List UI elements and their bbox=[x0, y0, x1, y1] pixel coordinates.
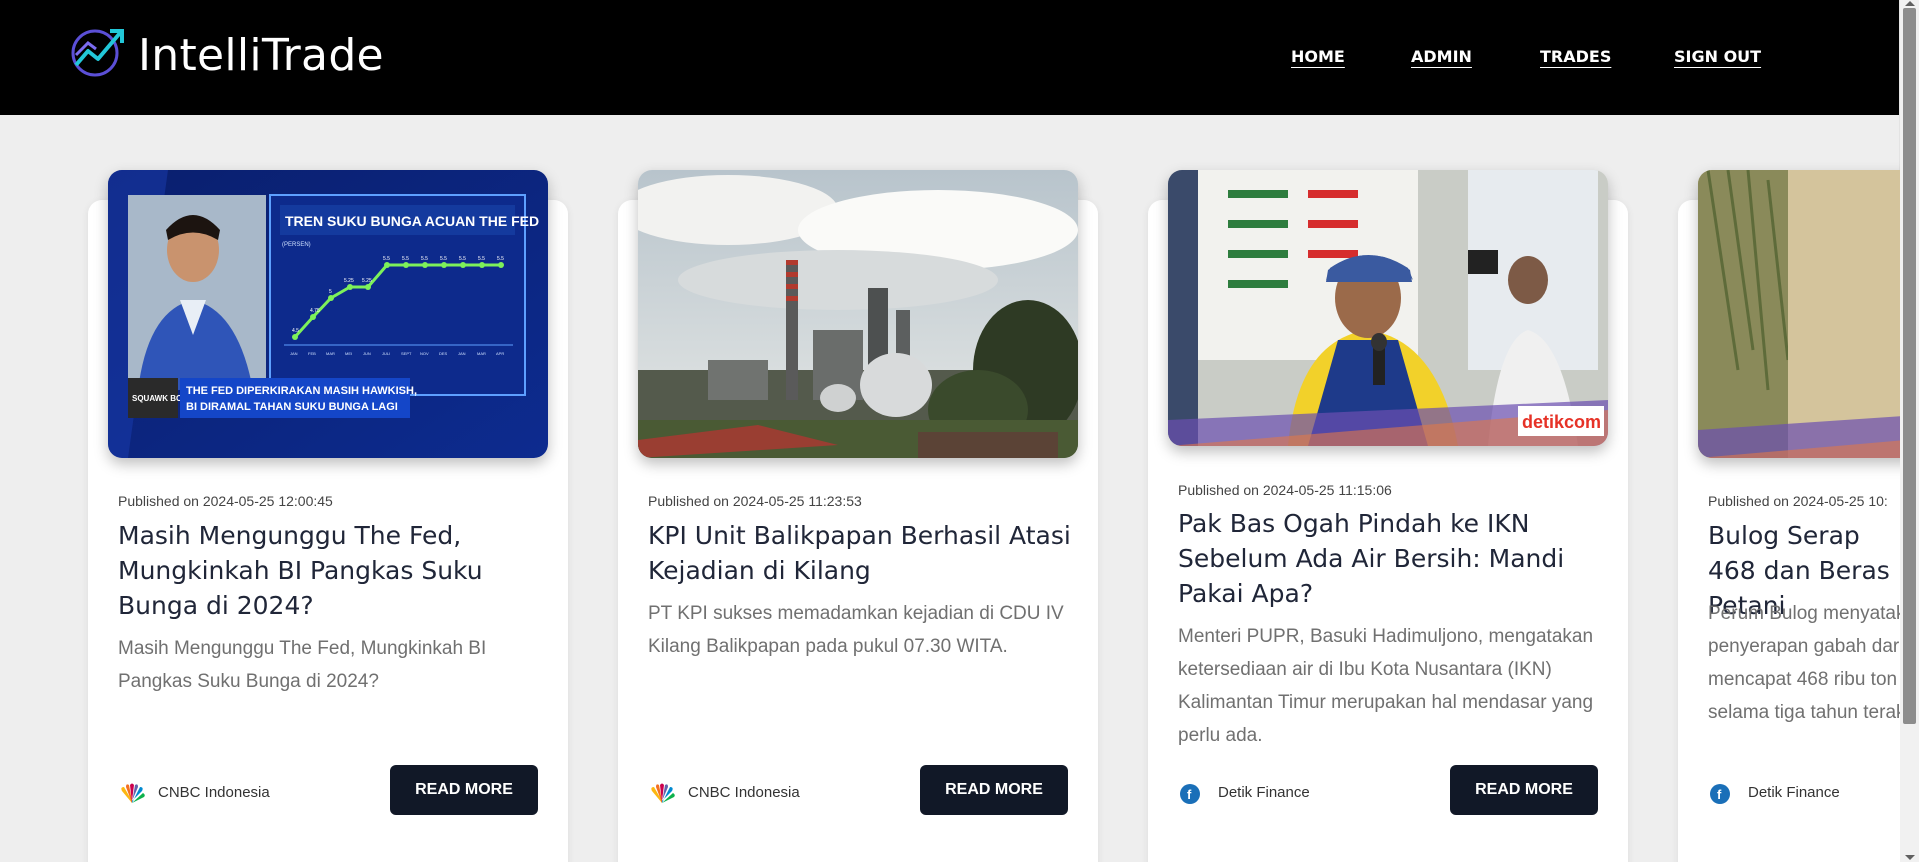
detikcom-watermark: detikcom bbox=[1522, 412, 1601, 432]
ticker-line-1: THE FED DIPERKIRAKAN MASIH HAWKISH, bbox=[186, 385, 417, 397]
article-title[interactable]: KPI Unit Balikpapan Berhasil Atasi Kejad… bbox=[648, 518, 1078, 588]
svg-text:MAR: MAR bbox=[326, 351, 335, 356]
news-card-image[interactable]: detikcom bbox=[1168, 170, 1608, 446]
refinery-photo-image bbox=[638, 170, 1078, 458]
news-card: TREN SUKU BUNGA ACUAN THE FED (PERSEN) 4… bbox=[88, 170, 568, 862]
svg-text:JAN: JAN bbox=[290, 351, 298, 356]
source-name: Detik Finance bbox=[1218, 784, 1310, 801]
svg-text:4.75: 4.75 bbox=[310, 308, 320, 314]
svg-text:DES: DES bbox=[439, 351, 448, 356]
svg-text:f: f bbox=[1187, 787, 1192, 802]
svg-text:JULI: JULI bbox=[382, 351, 390, 356]
news-card: Published on 2024-05-25 11:23:53 KPI Uni… bbox=[618, 170, 1098, 862]
page-scrollbar[interactable] bbox=[1899, 0, 1919, 862]
main-nav: HOME ADMIN TRADES SIGN OUT bbox=[0, 46, 1900, 70]
svg-text:5.5: 5.5 bbox=[421, 256, 428, 262]
article-description: Menteri PUPR, Basuki Hadimuljono, mengat… bbox=[1178, 626, 1594, 746]
news-card: detikcom Published on 2024-05-25 11:15:0… bbox=[1148, 170, 1628, 862]
source-name: CNBC Indonesia bbox=[688, 784, 800, 801]
top-navbar: IntelliTrade HOME ADMIN TRADES SIGN OUT bbox=[0, 0, 1900, 115]
squawk-box-label: SQUAWK BOX bbox=[132, 394, 188, 403]
svg-text:FEB: FEB bbox=[308, 351, 316, 356]
svg-text:5.5: 5.5 bbox=[440, 256, 447, 262]
svg-text:5.25: 5.25 bbox=[362, 278, 372, 284]
scroll-thumb[interactable] bbox=[1903, 8, 1916, 724]
scroll-up-arrow-icon[interactable] bbox=[1905, 1, 1915, 6]
news-feed: TREN SUKU BUNGA ACUAN THE FED (PERSEN) 4… bbox=[0, 115, 1900, 862]
svg-text:MAR: MAR bbox=[477, 351, 486, 356]
news-card-image[interactable] bbox=[638, 170, 1078, 458]
read-more-button[interactable]: READ MORE bbox=[920, 765, 1068, 815]
minister-photo-image: detikcom bbox=[1168, 170, 1608, 446]
news-card-image[interactable]: TREN SUKU BUNGA ACUAN THE FED (PERSEN) 4… bbox=[108, 170, 548, 458]
svg-text:JAN: JAN bbox=[458, 351, 466, 356]
svg-text:5.25: 5.25 bbox=[344, 278, 354, 284]
published-date: Published on 2024-05-25 10: bbox=[1708, 493, 1888, 509]
source-name: Detik Finance bbox=[1748, 784, 1840, 801]
article-description: PT KPI sukses memadamkan kejadian di CDU… bbox=[648, 603, 1064, 657]
cnbc-peacock-icon bbox=[651, 783, 675, 803]
svg-text:MEI: MEI bbox=[345, 351, 352, 356]
news-card-image[interactable] bbox=[1698, 170, 1900, 458]
published-date: Published on 2024-05-25 11:23:53 bbox=[648, 493, 862, 509]
chart-image-unit: (PERSEN) bbox=[282, 242, 311, 248]
svg-text:4.5: 4.5 bbox=[292, 328, 299, 334]
article-description: Masih Mengunggu The Fed, Mungkinkah BI P… bbox=[118, 638, 487, 692]
read-more-button[interactable]: READ MORE bbox=[1450, 765, 1598, 815]
detik-finance-icon: f bbox=[1180, 784, 1200, 804]
svg-text:f: f bbox=[1717, 787, 1722, 802]
svg-text:5.5: 5.5 bbox=[497, 256, 504, 262]
news-card: Published on 2024-05-25 10: Bulog Serap … bbox=[1678, 170, 1900, 862]
nav-admin[interactable]: ADMIN bbox=[1411, 46, 1472, 68]
nav-home[interactable]: HOME bbox=[1291, 46, 1345, 68]
article-title[interactable]: Masih Mengunggu The Fed, Mungkinkah BI P… bbox=[118, 518, 548, 623]
fed-rate-chart-image: TREN SUKU BUNGA ACUAN THE FED (PERSEN) 4… bbox=[108, 170, 548, 458]
grain-photo-image bbox=[1698, 170, 1900, 458]
read-more-button[interactable]: READ MORE bbox=[390, 765, 538, 815]
svg-text:NOV: NOV bbox=[420, 351, 429, 356]
source-name: CNBC Indonesia bbox=[158, 784, 270, 801]
scroll-down-arrow-icon[interactable] bbox=[1905, 855, 1915, 860]
nav-sign-out[interactable]: SIGN OUT bbox=[1674, 46, 1761, 68]
ticker-line-2: BI DIRAMAL TAHAN SUKU BUNGA LAGI bbox=[186, 401, 398, 413]
svg-text:5: 5 bbox=[329, 289, 332, 295]
article-title[interactable]: Pak Bas Ogah Pindah ke IKN Sebelum Ada A… bbox=[1178, 506, 1608, 611]
svg-text:5.5: 5.5 bbox=[402, 256, 409, 262]
published-date: Published on 2024-05-25 12:00:45 bbox=[118, 493, 333, 509]
detik-finance-icon: f bbox=[1710, 784, 1730, 804]
svg-text:JUN: JUN bbox=[363, 351, 371, 356]
nav-trades[interactable]: TRADES bbox=[1540, 46, 1611, 68]
svg-text:APR: APR bbox=[496, 351, 504, 356]
svg-text:5.5: 5.5 bbox=[478, 256, 485, 262]
svg-text:SEPT: SEPT bbox=[401, 351, 412, 356]
cnbc-peacock-icon bbox=[121, 783, 145, 803]
article-description: Perum Bulog menyatak penyerapan gabah da… bbox=[1708, 603, 1900, 723]
svg-text:5.5: 5.5 bbox=[383, 256, 390, 262]
chart-image-headline: TREN SUKU BUNGA ACUAN THE FED bbox=[285, 213, 539, 229]
svg-text:5.5: 5.5 bbox=[459, 256, 466, 262]
published-date: Published on 2024-05-25 11:15:06 bbox=[1178, 482, 1392, 498]
